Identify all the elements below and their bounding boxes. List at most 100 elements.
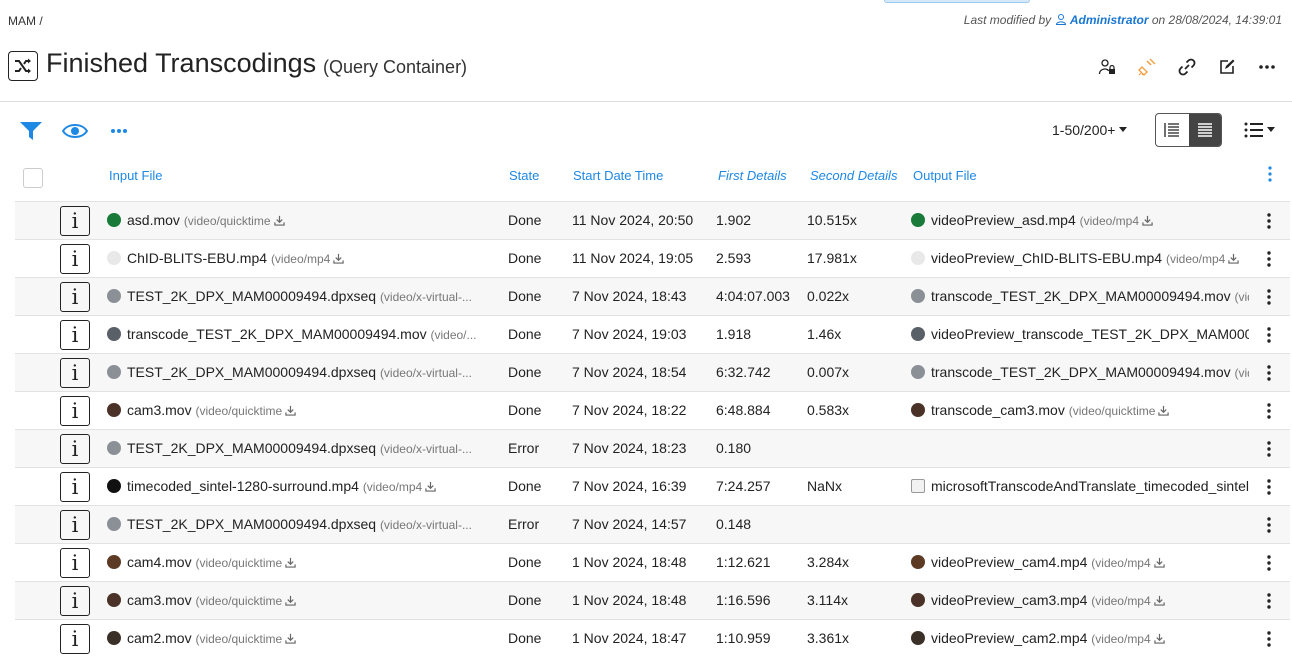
table-row[interactable]: i TEST_2K_DPX_MAM00009494.dpxseq (video/x… — [15, 505, 1290, 543]
breadcrumb[interactable]: MAM / — [8, 14, 43, 28]
output-file-name[interactable]: transcode_TEST_2K_DPX_MAM00009494.mov — [931, 364, 1231, 380]
row-menu-icon[interactable] — [1263, 593, 1275, 611]
table-row[interactable]: i TEST_2K_DPX_MAM00009494.dpxseq (video/x… — [15, 429, 1290, 467]
output-file-name[interactable]: videoPreview_transcode_TEST_2K_DPX_MAM00… — [931, 326, 1249, 342]
last-modified-user[interactable]: Administrator — [1070, 13, 1149, 27]
input-file-name[interactable]: cam3.mov — [127, 592, 192, 608]
table-row[interactable]: i timecoded_sintel-1280-surround.mp4 (vid… — [15, 467, 1290, 505]
download-icon[interactable] — [273, 215, 285, 226]
link-icon[interactable] — [1178, 58, 1196, 76]
column-settings-dropdown[interactable] — [1244, 120, 1276, 140]
output-file-name[interactable]: videoPreview_cam3.mp4 — [931, 592, 1087, 608]
table-row[interactable]: i TEST_2K_DPX_MAM00009494.dpxseq (video/x… — [15, 277, 1290, 315]
info-icon[interactable]: i — [60, 282, 90, 312]
input-file-cell[interactable]: TEST_2K_DPX_MAM00009494.dpxseq (video/x-… — [107, 440, 487, 456]
output-file-cell[interactable]: videoPreview_cam2.mp4 (video/mp4 — [911, 630, 1249, 646]
input-file-cell[interactable]: cam3.mov (video/quicktime — [107, 592, 487, 608]
output-file-cell[interactable]: videoPreview_ChID-BLITS-EBU.mp4 (video/m… — [911, 250, 1249, 266]
download-icon[interactable] — [1153, 633, 1165, 644]
info-icon[interactable]: i — [60, 548, 90, 578]
download-icon[interactable] — [285, 405, 296, 416]
info-icon[interactable]: i — [60, 206, 90, 236]
output-file-name[interactable]: microsoftTranscodeAndTranslate_timecoded… — [931, 478, 1249, 494]
download-icon[interactable] — [285, 595, 296, 606]
input-file-name[interactable]: cam3.mov — [127, 402, 192, 418]
row-menu-icon[interactable] — [1263, 327, 1275, 345]
download-icon[interactable] — [1153, 595, 1165, 606]
column-header-state[interactable]: State — [509, 168, 539, 183]
row-menu-icon[interactable] — [1263, 365, 1275, 383]
more-options-icon[interactable] — [1258, 58, 1276, 76]
output-file-name[interactable]: videoPreview_ChID-BLITS-EBU.mp4 — [931, 250, 1162, 266]
user-lock-icon[interactable] — [1098, 58, 1116, 76]
eye-icon[interactable] — [62, 118, 88, 144]
download-icon[interactable] — [1228, 253, 1240, 264]
input-file-cell[interactable]: TEST_2K_DPX_MAM00009494.dpxseq (video/x-… — [107, 288, 487, 304]
info-icon[interactable]: i — [60, 510, 90, 540]
row-menu-icon[interactable] — [1263, 213, 1275, 231]
column-header-start-date-time[interactable]: Start Date Time — [573, 168, 663, 183]
list-view-icon[interactable] — [1156, 114, 1189, 146]
row-menu-icon[interactable] — [1263, 441, 1275, 459]
input-file-name[interactable]: transcode_TEST_2K_DPX_MAM00009494.mov — [127, 326, 427, 342]
input-file-name[interactable]: TEST_2K_DPX_MAM00009494.dpxseq — [127, 364, 376, 380]
input-file-cell[interactable]: timecoded_sintel-1280-surround.mp4 (vide… — [107, 478, 487, 494]
info-icon[interactable]: i — [60, 358, 90, 388]
info-icon[interactable]: i — [60, 434, 90, 464]
download-icon[interactable] — [333, 253, 344, 264]
input-file-name[interactable]: cam2.mov — [127, 630, 192, 646]
row-menu-icon[interactable] — [1263, 289, 1275, 307]
row-menu-icon[interactable] — [1263, 555, 1275, 573]
download-icon[interactable] — [1153, 557, 1165, 568]
row-menu-icon[interactable] — [1263, 479, 1275, 497]
output-file-name[interactable]: transcode_cam3.mov — [931, 402, 1065, 418]
output-file-cell[interactable]: transcode_TEST_2K_DPX_MAM00009494.mov (v… — [911, 364, 1249, 380]
table-row[interactable]: i transcode_TEST_2K_DPX_MAM00009494.mov (… — [15, 315, 1290, 353]
table-row[interactable]: i cam2.mov (video/quicktime Done 1 Nov 2024… — [15, 619, 1290, 657]
download-icon[interactable] — [285, 633, 296, 644]
row-menu-icon[interactable] — [1263, 517, 1275, 535]
table-row[interactable]: i cam3.mov (video/quicktime Done 7 Nov 2024… — [15, 391, 1290, 429]
download-icon[interactable] — [1158, 405, 1170, 416]
toolbar-more-icon[interactable] — [106, 118, 132, 144]
table-row[interactable]: i asd.mov (video/quicktime Done 11 Nov 2024… — [15, 201, 1290, 239]
output-file-cell[interactable]: videoPreview_asd.mp4 (video/mp4 — [911, 212, 1249, 228]
input-file-name[interactable]: ChID-BLITS-EBU.mp4 — [127, 250, 267, 266]
input-file-name[interactable]: TEST_2K_DPX_MAM00009494.dpxseq — [127, 288, 376, 304]
info-icon[interactable]: i — [60, 624, 90, 654]
download-icon[interactable] — [1142, 215, 1153, 226]
download-icon[interactable] — [425, 481, 436, 492]
row-menu-icon[interactable] — [1263, 403, 1275, 421]
column-header-input-file[interactable]: Input File — [109, 168, 162, 183]
input-file-name[interactable]: TEST_2K_DPX_MAM00009494.dpxseq — [127, 440, 376, 456]
column-header-output-file[interactable]: Output File — [913, 168, 977, 183]
input-file-cell[interactable]: transcode_TEST_2K_DPX_MAM00009494.mov (v… — [107, 326, 487, 342]
info-icon[interactable]: i — [60, 396, 90, 426]
input-file-cell[interactable]: cam4.mov (video/quicktime — [107, 554, 487, 570]
table-row[interactable]: i cam4.mov (video/quicktime Done 1 Nov 2024… — [15, 543, 1290, 581]
output-file-name[interactable]: videoPreview_cam2.mp4 — [931, 630, 1087, 646]
download-icon[interactable] — [285, 557, 296, 568]
output-file-cell[interactable]: transcode_cam3.mov (video/quicktime — [911, 402, 1249, 418]
input-file-cell[interactable]: ChID-BLITS-EBU.mp4 (video/mp4 — [107, 250, 487, 266]
column-header-first-details[interactable]: First Details — [718, 168, 787, 183]
compact-view-icon[interactable] — [1188, 114, 1221, 146]
column-header-second-details[interactable]: Second Details — [810, 168, 897, 183]
row-menu-icon[interactable] — [1263, 251, 1275, 269]
info-icon[interactable]: i — [60, 472, 90, 502]
input-file-name[interactable]: cam4.mov — [127, 554, 192, 570]
input-file-cell[interactable]: TEST_2K_DPX_MAM00009494.dpxseq (video/x-… — [107, 516, 487, 532]
row-menu-icon[interactable] — [1263, 631, 1275, 649]
info-icon[interactable]: i — [60, 586, 90, 616]
clear-cache-icon[interactable] — [1138, 58, 1156, 76]
table-row[interactable]: i ChID-BLITS-EBU.mp4 (video/mp4 Done 11 Nov… — [15, 239, 1290, 277]
select-all-checkbox[interactable] — [23, 168, 43, 188]
output-file-name[interactable]: videoPreview_cam4.mp4 — [931, 554, 1087, 570]
output-file-cell[interactable]: videoPreview_cam3.mp4 (video/mp4 — [911, 592, 1249, 608]
output-file-name[interactable]: videoPreview_asd.mp4 — [931, 212, 1076, 228]
output-file-cell[interactable]: videoPreview_transcode_TEST_2K_DPX_MAM00… — [911, 326, 1249, 342]
input-file-cell[interactable]: cam2.mov (video/quicktime — [107, 630, 487, 646]
output-file-cell[interactable]: transcode_TEST_2K_DPX_MAM00009494.mov (v… — [911, 288, 1249, 304]
output-file-name[interactable]: transcode_TEST_2K_DPX_MAM00009494.mov — [931, 288, 1231, 304]
output-file-cell[interactable]: microsoftTranscodeAndTranslate_timecoded… — [911, 478, 1249, 494]
